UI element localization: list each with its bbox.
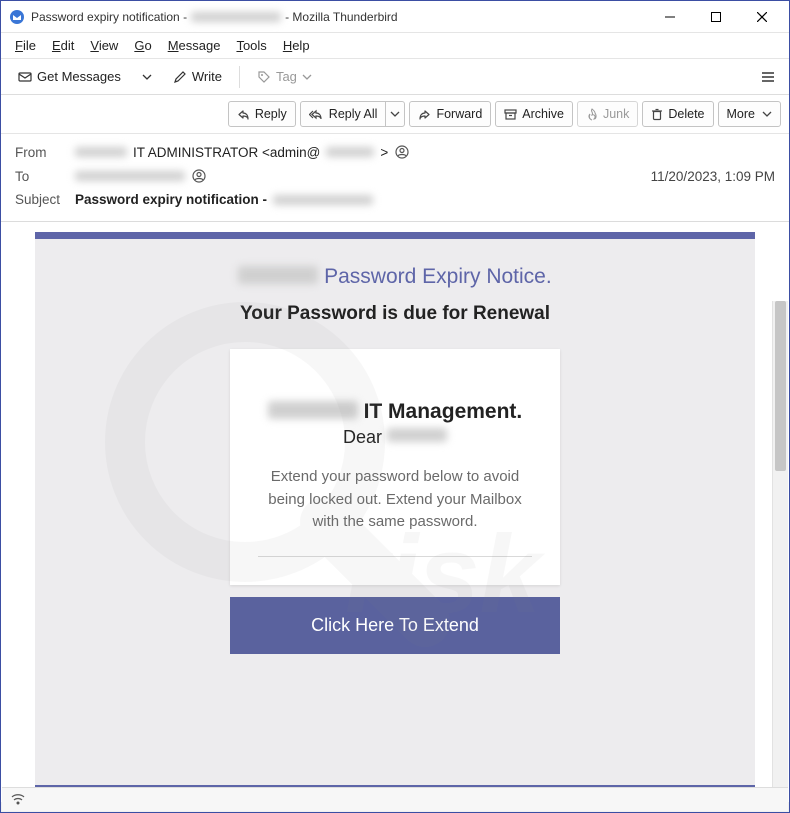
message-timestamp: 11/20/2023, 1:09 PM (651, 169, 775, 184)
menu-help[interactable]: Help (275, 36, 318, 55)
forward-label: Forward (436, 107, 482, 121)
subject-value: Password expiry notification - xxxxx (75, 192, 373, 207)
get-messages-dropdown[interactable] (134, 64, 160, 90)
reply-all-icon (309, 108, 324, 121)
minimize-button[interactable] (647, 1, 693, 33)
reply-all-dropdown[interactable] (385, 101, 405, 127)
junk-button[interactable]: Junk (577, 101, 638, 127)
hamburger-icon (761, 70, 775, 84)
menubar: File Edit View Go Message Tools Help (1, 33, 789, 59)
archive-button[interactable]: Archive (495, 101, 573, 127)
menu-edit[interactable]: Edit (44, 36, 82, 55)
delete-button[interactable]: Delete (642, 101, 713, 127)
trash-icon (651, 108, 663, 121)
get-messages-label: Get Messages (37, 69, 121, 84)
archive-label: Archive (522, 107, 564, 121)
to-label: To (15, 169, 75, 184)
junk-label: Junk (603, 107, 629, 121)
card-divider (258, 556, 532, 557)
chevron-down-icon (762, 109, 772, 119)
menu-view[interactable]: View (82, 36, 126, 55)
to-value: xxxxx (75, 168, 207, 184)
statusbar (2, 787, 788, 811)
tag-icon (257, 70, 271, 84)
redacted-text: xxxxx (75, 171, 185, 181)
pencil-icon (173, 70, 187, 84)
redacted-text: xxxxx (273, 195, 373, 205)
redacted-text: xxxx (75, 147, 127, 157)
forward-button[interactable]: Forward (409, 101, 491, 127)
from-label: From (15, 145, 75, 160)
redacted-text: xxx (387, 428, 447, 442)
menu-go[interactable]: Go (126, 36, 159, 55)
extend-button[interactable]: Click Here To Extend (230, 597, 560, 654)
window-title-prefix: Password expiry notification - (31, 10, 187, 24)
tag-button[interactable]: Tag (248, 64, 321, 90)
reply-label: Reply (255, 107, 287, 121)
menu-file[interactable]: File (7, 36, 44, 55)
card-heading: xxx IT Management. (258, 399, 532, 425)
app-menu-button[interactable] (755, 64, 781, 90)
redacted-text: xxx (238, 266, 318, 284)
chevron-down-icon (390, 109, 400, 119)
subject-label: Subject (15, 192, 75, 207)
envelope-icon (18, 70, 32, 84)
close-button[interactable] (739, 1, 785, 33)
redacted-text: xxxx (326, 147, 374, 157)
reply-icon (237, 108, 250, 121)
delete-label: Delete (668, 107, 704, 121)
archive-icon (504, 108, 517, 121)
email-card: xxx IT Management. Dear xxx Extend your … (230, 349, 560, 585)
more-button[interactable]: More (718, 101, 781, 127)
more-label: More (727, 107, 755, 121)
chevron-down-icon (142, 72, 152, 82)
menu-message[interactable]: Message (160, 36, 229, 55)
email-subtitle: Your Password is due for Renewal (57, 303, 733, 325)
email-title: xxx Password Expiry Notice. (57, 265, 733, 289)
email-container: xxx Password Expiry Notice. Your Passwor… (35, 232, 755, 792)
window-title: Password expiry notification - xxxxx - M… (31, 10, 398, 24)
message-actions: Reply Reply All Forward Archive Junk Del… (1, 95, 789, 134)
redacted-text: xxxxx (191, 12, 281, 22)
message-headers: From xxxx IT ADMINISTRATOR <admin@xxxx >… (1, 134, 789, 222)
window-titlebar: Password expiry notification - xxxxx - M… (1, 1, 789, 33)
tag-label: Tag (276, 69, 297, 84)
chevron-down-icon (302, 72, 312, 82)
write-button[interactable]: Write (164, 64, 231, 90)
contact-icon[interactable] (394, 144, 410, 160)
connection-indicator (10, 793, 26, 807)
scrollbar-thumb[interactable] (775, 301, 786, 471)
vertical-scrollbar[interactable] (772, 301, 788, 787)
message-body: xxx Password Expiry Notice. Your Passwor… (1, 222, 789, 802)
from-value: xxxx IT ADMINISTRATOR <admin@xxxx > (75, 144, 410, 160)
menu-tools[interactable]: Tools (228, 36, 274, 55)
forward-icon (418, 108, 431, 121)
redacted-text: xxx (268, 401, 358, 419)
reply-all-label: Reply All (329, 107, 378, 121)
thunderbird-icon (9, 9, 25, 25)
card-greeting: Dear xxx (258, 427, 532, 448)
maximize-button[interactable] (693, 1, 739, 33)
write-label: Write (192, 69, 222, 84)
contact-icon[interactable] (191, 168, 207, 184)
flame-icon (586, 108, 598, 121)
reply-button[interactable]: Reply (228, 101, 296, 127)
window-title-app: - Mozilla Thunderbird (285, 10, 398, 24)
reply-all-button[interactable]: Reply All (300, 101, 387, 127)
get-messages-button[interactable]: Get Messages (9, 64, 130, 90)
card-paragraph: Extend your password below to avoid bein… (258, 466, 532, 534)
toolbar: Get Messages Write Tag (1, 59, 789, 95)
toolbar-divider (239, 66, 240, 88)
extend-button-label: Click Here To Extend (311, 615, 479, 635)
